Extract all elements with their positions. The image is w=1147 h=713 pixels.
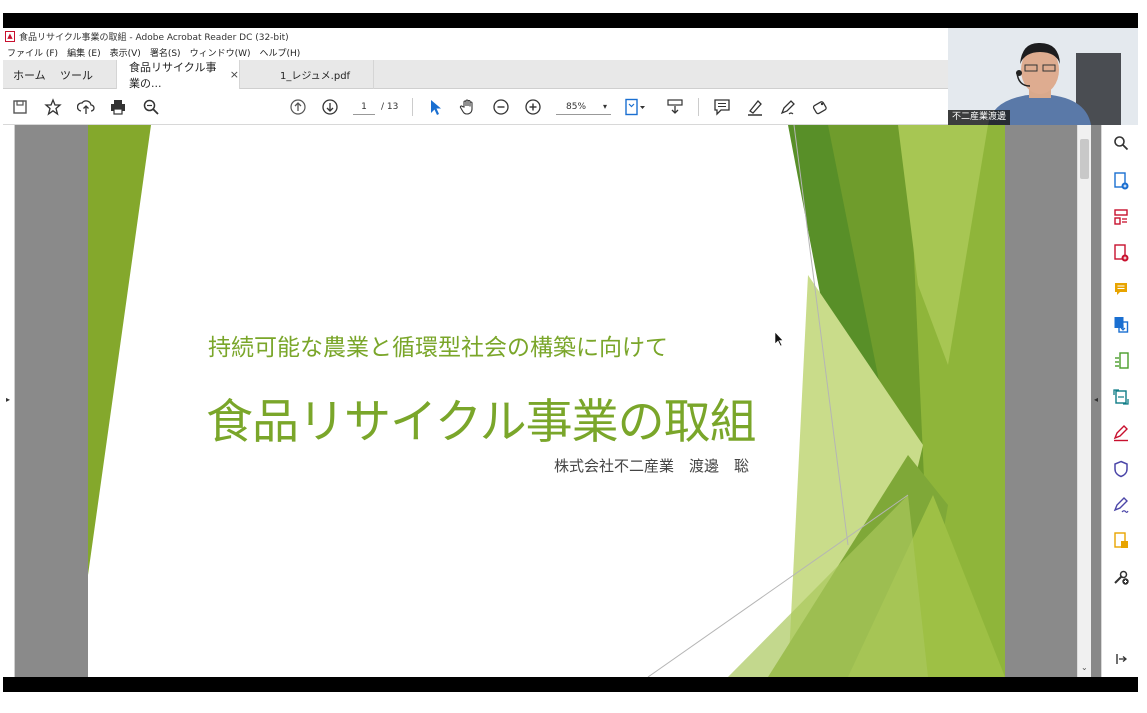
left-panel-strip: ▸ (3, 125, 15, 677)
zoom-dropdown-icon: ▾ (602, 102, 607, 111)
scrollbar-thumb[interactable] (1080, 139, 1089, 179)
slide-subtitle: 持続可能な農業と循環型社会の構築に向けて (208, 335, 668, 361)
bookmark-star-icon[interactable] (42, 96, 64, 118)
tab-document-label: 食品リサイクル事業の... (129, 60, 217, 90)
protect-shield-icon[interactable] (1111, 459, 1131, 479)
print-icon[interactable] (107, 96, 129, 118)
export-pdf-icon[interactable] (1111, 243, 1131, 263)
select-cursor-icon[interactable] (424, 96, 446, 118)
zoom-out-icon[interactable] (490, 96, 512, 118)
document-canvas[interactable]: 持続可能な農業と循環型社会の構築に向けて 食品リサイクル事業の取組 株式会社不二… (15, 125, 1077, 677)
bottom-letterbox (3, 677, 1138, 692)
menu-window[interactable]: ウィンドウ(W) (190, 46, 251, 59)
toolbar-separator (412, 98, 413, 116)
right-tools-panel (1101, 125, 1138, 677)
fit-page-icon[interactable] (624, 96, 646, 118)
upload-cloud-icon[interactable] (75, 96, 97, 118)
combine-files-icon[interactable] (1111, 315, 1131, 335)
pdf-page: 持続可能な農業と循環型社会の構築に向けて 食品リサイクル事業の取組 株式会社不二… (88, 125, 1005, 677)
sign-pen-icon[interactable] (777, 96, 799, 118)
slide-author: 株式会社不二産業 渡邊 聡 (554, 457, 750, 475)
tab-home[interactable]: ホーム (13, 60, 46, 89)
zoom-magnifier-icon[interactable] (1111, 133, 1131, 153)
collapse-right-panel-icon[interactable]: ◂ (1094, 395, 1098, 404)
send-for-review-icon[interactable] (1111, 531, 1131, 551)
tab-bar: ホーム ツール 食品リサイクル事業の... × 1_レジュメ.pdf (3, 60, 948, 90)
slide-title: 食品リサイクル事業の取組 (206, 395, 757, 450)
tab-tools[interactable]: ツール (60, 60, 93, 89)
previous-page-icon[interactable] (287, 96, 309, 118)
fill-sign-icon[interactable] (809, 96, 831, 118)
fill-and-sign-icon[interactable] (1111, 423, 1131, 443)
tab-document-resume[interactable]: 1_レジュメ.pdf (240, 60, 374, 89)
zoom-in-icon[interactable] (522, 96, 544, 118)
toolbar: 1 / 13 85% ▾ (3, 89, 948, 125)
page-number-input[interactable]: 1 (353, 99, 375, 115)
search-zoom-icon[interactable] (140, 96, 162, 118)
menu-file[interactable]: ファイル (F) (7, 46, 58, 59)
page-total: / 13 (381, 102, 399, 112)
toolbar-separator (698, 98, 699, 116)
zoom-level-select[interactable]: 85% ▾ (556, 99, 611, 115)
menu-view[interactable]: 表示(V) (110, 46, 141, 59)
vertical-scrollbar[interactable]: ⌄ (1077, 125, 1091, 677)
request-signature-icon[interactable] (1111, 495, 1131, 515)
webcam-overlay: 不二産業渡邊 (948, 28, 1138, 125)
menu-sign[interactable]: 署名(S) (150, 46, 181, 59)
menu-help[interactable]: ヘルプ(H) (260, 46, 301, 59)
title-bar: ▲ 食品リサイクル事業の取組 - Adobe Acrobat Reader DC… (3, 28, 948, 44)
tab-close-icon[interactable]: × (230, 68, 239, 81)
expand-left-panel-icon[interactable]: ▸ (6, 395, 10, 404)
organize-pages-icon[interactable] (1111, 207, 1131, 227)
comment-tool-icon[interactable] (1111, 279, 1131, 299)
scroll-down-icon[interactable]: ⌄ (1081, 663, 1088, 672)
tab-document-active[interactable]: 食品リサイクル事業の... × (116, 60, 240, 90)
top-margin (0, 0, 1147, 13)
create-pdf-icon[interactable] (1111, 171, 1131, 191)
acrobat-pdf-icon: ▲ (5, 30, 15, 42)
window-title: 食品リサイクル事業の取組 - Adobe Acrobat Reader DC (… (19, 32, 289, 43)
menu-edit[interactable]: 編集 (E) (67, 46, 101, 59)
comment-icon[interactable] (711, 96, 733, 118)
page-navigator: 1 / 13 (353, 99, 398, 115)
highlight-pen-icon[interactable] (744, 96, 766, 118)
more-tools-icon[interactable] (1111, 567, 1131, 587)
top-letterbox (3, 13, 1138, 28)
acrobat-window: ▲ 食品リサイクル事業の取組 - Adobe Acrobat Reader DC… (3, 28, 1138, 677)
scroll-mode-icon[interactable] (664, 96, 686, 118)
webcam-name-label: 不二産業渡邊 (948, 110, 1010, 125)
save-icon[interactable] (9, 96, 31, 118)
zoom-value: 85% (566, 101, 587, 112)
hand-tool-icon[interactable] (457, 96, 479, 118)
collapse-tools-panel-icon[interactable] (1111, 649, 1131, 669)
next-page-icon[interactable] (319, 96, 341, 118)
scan-ocr-icon[interactable] (1111, 387, 1131, 407)
edit-pdf-icon[interactable] (1111, 351, 1131, 371)
document-viewer: ▸ 持続可能な農業と循環型社会の構築に向けて 食品リサイクル事業の取組 株式会社… (3, 125, 1138, 677)
left-green-shape (88, 125, 151, 575)
mouse-pointer-icon (774, 331, 784, 347)
